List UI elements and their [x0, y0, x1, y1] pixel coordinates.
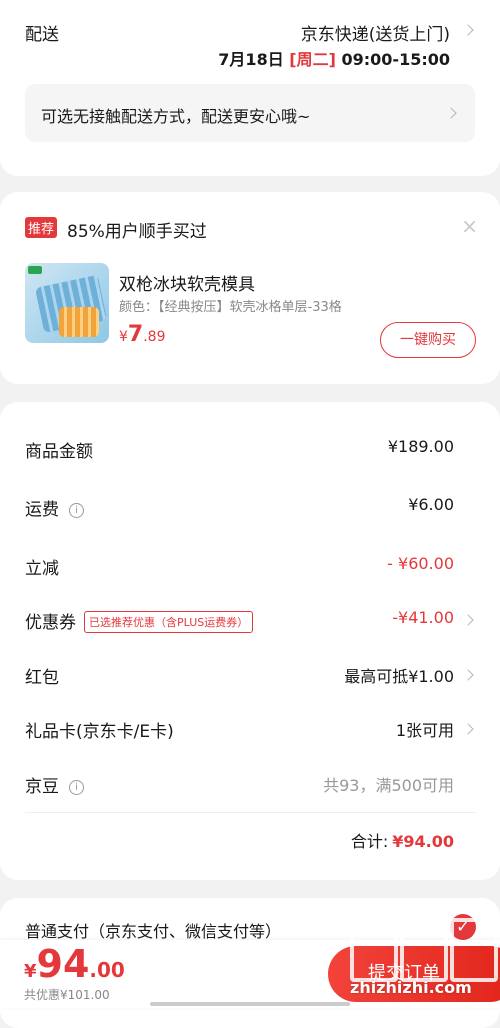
total-label: 合计: [350, 832, 389, 851]
divider [25, 812, 475, 813]
instant-discount-label: 立减 [25, 559, 59, 579]
delivery-label: 配送 [25, 25, 59, 45]
chevron-right-icon [462, 614, 474, 626]
watermark-glyph [450, 918, 498, 982]
jingdou-label-text: 京豆 [25, 777, 59, 797]
gift-card-label: 礼品卡(京东卡/E卡) [25, 722, 174, 742]
instant-discount-value: - ¥60.00 [387, 554, 454, 573]
watermark-glyph [350, 918, 398, 982]
recommend-card: 推荐 85%用户顺手买过 × 双枪冰块软壳模具 颜色：【经典按压】软壳冰格单层-… [0, 192, 500, 384]
chevron-right-icon [462, 669, 474, 681]
close-icon[interactable]: × [461, 214, 478, 238]
coupon-label: 优惠券 已选推荐优惠（含PLUS运费券） [25, 608, 254, 633]
product-price: ¥7.89 [119, 322, 166, 347]
contactless-delivery-text: 可选无接触配送方式，配送更安心哦~ [41, 107, 311, 126]
product-thumbnail[interactable] [25, 263, 109, 343]
delivery-weekday: [周二] [289, 50, 336, 69]
goods-amount-label: 商品金额 [25, 442, 93, 462]
gift-card-value: 1张可用 [395, 721, 454, 740]
watermark-text: zhizhizhi.com [350, 978, 472, 997]
order-total: 合计: ¥94.00 [351, 828, 454, 852]
coupon-tag: 已选推荐优惠（含PLUS运费券） [84, 611, 254, 633]
coupon-value: -¥41.00 [392, 608, 454, 627]
order-summary-card: 商品金额 ¥189.00 运费 i ¥6.00 立减 - ¥60.00 优惠券 已选… [0, 402, 500, 880]
shipping-value: ¥6.00 [408, 495, 454, 514]
price-integer: 7 [127, 322, 144, 347]
shipping-label-text: 运费 [25, 500, 59, 520]
price-decimal: .89 [143, 329, 166, 345]
watermark-glyph [400, 918, 448, 982]
total-value: ¥94.00 [392, 832, 454, 851]
coupon-row[interactable]: 优惠券 已选推荐优惠（含PLUS运费券） -¥41.00 [0, 605, 500, 635]
home-indicator[interactable] [150, 1002, 350, 1006]
gift-card-row[interactable]: 礼品卡(京东卡/E卡) 1张可用 [0, 714, 500, 744]
chevron-right-icon [462, 723, 474, 735]
recommend-title: 85%用户顺手买过 [67, 222, 207, 242]
ice-mold-image [59, 307, 99, 337]
delivery-method[interactable]: 京东快递(送货上门) [301, 20, 450, 45]
info-icon[interactable]: i [69, 780, 84, 795]
instant-discount-row: 立减 - ¥60.00 [0, 551, 500, 581]
red-packet-row[interactable]: 红包 最高可抵¥1.00 [0, 660, 500, 690]
jingdou-label: 京豆 i [25, 772, 84, 797]
total-saved: 共优惠¥101.00 [24, 988, 110, 1002]
red-packet-value: 最高可抵¥1.00 [344, 667, 454, 686]
chevron-right-icon [445, 107, 457, 119]
delivery-card: 配送 京东快递(送货上门) 7月18日 [周二] 09:00-15:00 可选无… [0, 0, 500, 176]
delivery-timeslot: 09:00-15:00 [341, 50, 451, 69]
jingdou-row: 京豆 i 共93，满500可用 [0, 769, 500, 799]
watermark-logo: zhizhizhi.com [350, 918, 498, 1008]
goods-amount-value: ¥189.00 [387, 437, 454, 456]
shipping-label: 运费 i [25, 495, 84, 520]
recommend-tag: 推荐 [25, 217, 58, 238]
goods-amount-row: 商品金额 ¥189.00 [0, 434, 500, 464]
shipping-row: 运费 i ¥6.00 [0, 492, 500, 522]
one-click-buy-button[interactable]: 一键购买 [380, 322, 476, 358]
price-symbol: ¥ [24, 961, 37, 982]
coupon-label-text: 优惠券 [25, 613, 76, 633]
product-name[interactable]: 双枪冰块软壳模具 [119, 270, 255, 295]
price-integer: 94 [36, 942, 90, 986]
contactless-delivery-option[interactable]: 可选无接触配送方式，配送更安心哦~ [25, 84, 475, 142]
info-icon[interactable]: i [69, 503, 84, 518]
brand-logo [28, 266, 42, 274]
final-price: ¥94.00 [24, 942, 125, 986]
chevron-right-icon[interactable] [462, 24, 474, 36]
price-symbol: ¥ [119, 329, 128, 345]
red-packet-label: 红包 [25, 668, 59, 688]
jingdou-value: 共93，满500可用 [323, 776, 454, 795]
product-spec: 颜色：【经典按压】软壳冰格单层-33格 [119, 300, 342, 315]
payment-method-label: 普通支付（京东支付、微信支付等） [25, 922, 282, 941]
price-decimal: .00 [89, 958, 125, 982]
delivery-date: 7月18日 [218, 50, 284, 69]
delivery-time[interactable]: 7月18日 [周二] 09:00-15:00 [218, 46, 450, 70]
